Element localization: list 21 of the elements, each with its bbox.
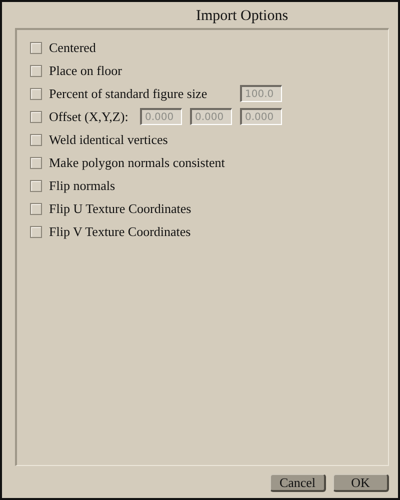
option-label: Flip normals [49, 178, 116, 194]
checkbox[interactable] [30, 202, 42, 214]
option-label: Centered [49, 40, 96, 56]
cancel-button[interactable]: Cancel [270, 474, 326, 492]
window-title: Import Options [194, 7, 290, 26]
checkbox[interactable] [30, 42, 42, 54]
option-label: Weld identical vertices [49, 132, 168, 148]
option-label: Percent of standard figure size [49, 86, 208, 102]
ok-button[interactable]: OK [333, 474, 389, 492]
checkbox[interactable] [30, 110, 42, 122]
option-label: Flip U Texture Coordinates [49, 200, 192, 216]
option-label: Place on floor [49, 62, 122, 78]
checkbox[interactable] [30, 88, 42, 100]
option-label: Flip V Texture Coordinates [49, 224, 191, 240]
checkbox[interactable] [30, 156, 42, 168]
option-label: Make polygon normals consistent [49, 154, 225, 170]
checkbox[interactable] [30, 180, 42, 192]
checkbox[interactable] [30, 226, 42, 238]
checkbox[interactable] [30, 64, 42, 76]
option-label: Offset (X,Y,Z): [49, 108, 128, 124]
checkbox[interactable] [30, 134, 42, 146]
